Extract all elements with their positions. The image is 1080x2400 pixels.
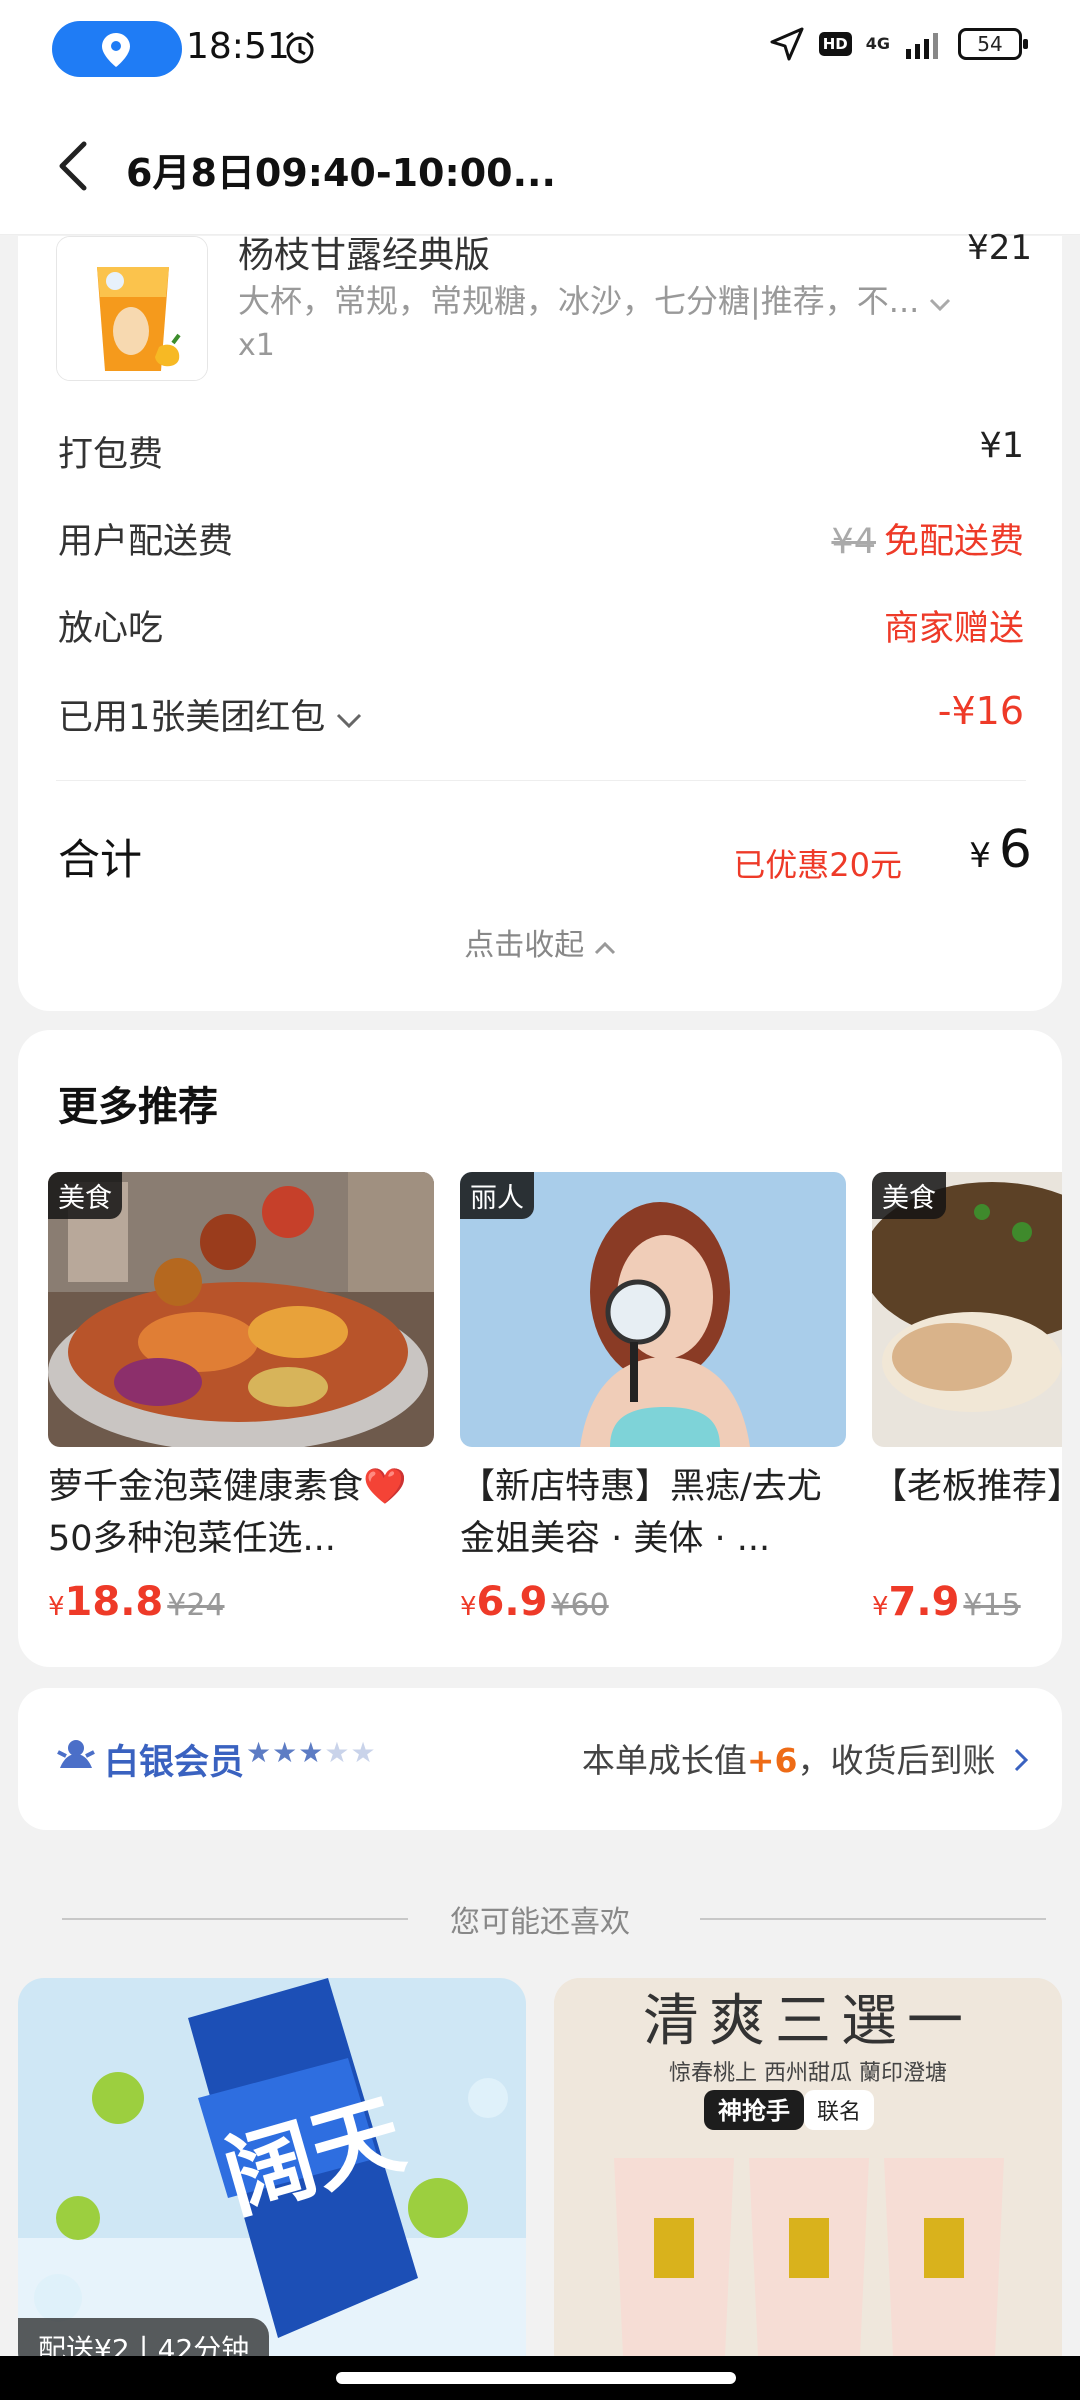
recommend-item[interactable]: 丽人 【新店特惠】黑痣/去尤 金姐美容 · 美体 · ... ¥6.9 ¥60 — [460, 1172, 846, 1625]
collapse-label: 点击收起 — [464, 928, 585, 963]
product-spec-text: 大杯，常规，常规糖，冰沙，七分糖|推荐，不... — [238, 282, 920, 320]
delivery-fee-row: 用户配送费 ¥4 免配送费 — [58, 507, 1024, 567]
divider — [56, 780, 1026, 781]
original-price: ¥15 — [963, 1588, 1021, 1623]
location-pin-icon — [102, 33, 130, 67]
order-summary-card: 杨枝甘露经典版 ¥21 大杯，常规，常规糖，冰沙，七分糖|推荐，不... x1 … — [18, 228, 1062, 1011]
recommend-name: 萝千金泡菜健康素食❤️50多种泡菜任选... — [48, 1467, 407, 1559]
navigation-arrow-icon — [770, 27, 804, 61]
feed-card[interactable]: 清爽三選一 惊春桃上 西州甜瓜 蘭印澄塘 神抢手 联名 — [554, 1978, 1062, 2378]
total-currency: ¥ — [969, 836, 991, 876]
alarm-icon — [286, 31, 314, 64]
product-spec[interactable]: 大杯，常规，常规糖，冰沙，七分糖|推荐，不... — [238, 276, 951, 322]
price-value: 7.9 — [888, 1579, 960, 1625]
home-indicator[interactable] — [336, 2372, 736, 2384]
signal-icon — [906, 33, 938, 59]
recommend-price: ¥7.9 ¥15 — [872, 1579, 1062, 1625]
star-icon: ★ — [246, 1736, 273, 1769]
battery-icon: 54 — [958, 28, 1028, 60]
status-bar: 18:51 HD 4G 54 — [0, 0, 1080, 100]
original-price: ¥24 — [167, 1588, 225, 1623]
star-icon: ★ — [324, 1736, 351, 1769]
recommend-name: 【老板推荐】锅烧卤粉 — [872, 1467, 1062, 1507]
packing-fee-value: ¥1 — [979, 426, 1024, 466]
member-level: 白银会员 — [104, 1743, 245, 1783]
coupon-row[interactable]: 已用1张美团红包 -¥16 — [58, 683, 1024, 743]
member-stars: ★★★★★ — [246, 1736, 377, 1769]
location-indicator[interactable] — [52, 21, 182, 77]
more-recommend-card: 更多推荐 美食 萝千金泡菜健康素食❤️50多种泡菜任选... ¥18.8¥24 — [18, 1030, 1062, 1667]
product-image[interactable] — [56, 236, 208, 381]
coupon-value: -¥16 — [937, 689, 1024, 733]
growth-value: +6 — [746, 1741, 798, 1780]
currency: ¥ — [460, 1592, 477, 1622]
collapse-button[interactable]: 点击收起 — [18, 920, 1062, 964]
currency: ¥ — [872, 1592, 889, 1622]
recommend-price: ¥18.8 ¥24 — [48, 1579, 434, 1625]
member-badge-icon — [57, 1740, 95, 1768]
feed-brand-tag: 神抢手 — [718, 2097, 790, 2125]
recommend-name: 【新店特惠】黑痣/去尤 金姐美容 · 美体 · ... — [460, 1467, 822, 1559]
currency: ¥ — [48, 1592, 65, 1622]
original-price: ¥60 — [551, 1588, 609, 1623]
category-tag: 丽人 — [460, 1172, 534, 1219]
feed-collab-tag: 联名 — [817, 2100, 861, 2125]
packing-fee-label: 打包费 — [58, 435, 164, 475]
delivery-fee-value: 免配送费 — [883, 522, 1024, 562]
network-type: 4G — [865, 34, 890, 53]
total-amount: ¥6 — [969, 820, 1032, 880]
safe-eat-value: 商家赠送 — [883, 609, 1024, 649]
recommend-image: 丽人 — [460, 1172, 846, 1447]
page-title: 6月8日09:40-10:00... — [126, 151, 556, 195]
star-icon: ★ — [350, 1736, 377, 1769]
back-arrow-icon[interactable] — [54, 136, 94, 196]
feed-card[interactable]: 阔天 配送¥2丨42分钟 — [18, 1978, 526, 2378]
safe-eat-row: 放心吃 商家赠送 — [58, 594, 1024, 654]
chevron-down-icon — [337, 713, 362, 729]
chevron-right-icon — [1014, 1748, 1029, 1772]
feed-headline: 清爽三選一 — [643, 1989, 973, 2054]
recommend-price: ¥6.9 ¥60 — [460, 1579, 846, 1625]
total-value: 6 — [998, 820, 1032, 880]
total-label: 合计 — [58, 835, 143, 884]
coupon-label: 已用1张美团红包 — [58, 698, 326, 738]
delivery-fee-original: ¥4 — [831, 522, 876, 562]
price-value: 6.9 — [476, 1579, 548, 1625]
feed-subtitle: 惊春桃上 西州甜瓜 蘭印澄塘 — [669, 2061, 947, 2086]
star-icon: ★ — [298, 1736, 325, 1769]
clock: 18:51 — [186, 26, 290, 67]
section-title: 更多推荐 — [58, 1084, 218, 1130]
star-icon: ★ — [272, 1736, 299, 1769]
product-quantity: x1 — [238, 328, 275, 363]
safe-eat-label: 放心吃 — [58, 609, 164, 649]
growth-info: 本单成长值+6，收货后到账 — [582, 1734, 1029, 1782]
recommend-image: 美食 — [872, 1172, 1062, 1447]
you-may-like-title: 您可能还喜欢 — [450, 1905, 630, 1940]
hd-badge: HD — [818, 32, 852, 56]
recommend-item[interactable]: 美食 萝千金泡菜健康素食❤️50多种泡菜任选... ¥18.8 ¥24 — [48, 1172, 434, 1625]
category-tag: 美食 — [48, 1172, 122, 1219]
price-value: 18.8 — [64, 1579, 164, 1625]
recommend-image: 美食 — [48, 1172, 434, 1447]
nav-header: 6月8日09:40-10:00... — [0, 100, 1080, 235]
discount-summary: 已优惠20元 — [733, 846, 902, 884]
member-card[interactable]: 白银会员 ★★★★★ 本单成长值+6，收货后到账 — [18, 1688, 1062, 1830]
packing-fee-row: 打包费 ¥1 — [58, 420, 1024, 480]
recommend-item[interactable]: 美食 【老板推荐】锅烧卤粉 ¥7.9¥15 — [872, 1172, 1062, 1625]
delivery-fee-label: 用户配送费 — [58, 522, 234, 562]
chevron-up-icon — [594, 941, 615, 955]
chevron-down-icon — [930, 298, 951, 312]
product-name: 杨枝甘露经典版 — [238, 235, 491, 276]
product-price: ¥21 — [967, 228, 1032, 268]
category-tag: 美食 — [872, 1172, 946, 1219]
